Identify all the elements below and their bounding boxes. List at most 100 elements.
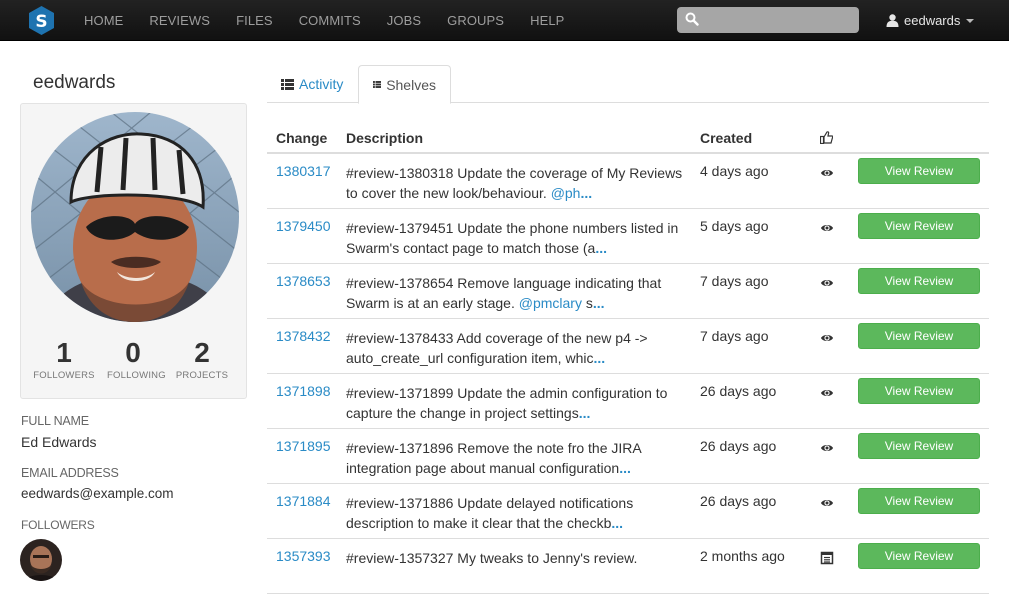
change-link[interactable]: 1357393 (276, 548, 331, 564)
table-row: 1371895 #review-1371896 Remove the note f… (267, 429, 989, 484)
change-link[interactable]: 1378432 (276, 328, 331, 344)
user-mention[interactable]: @pmclary (519, 295, 582, 311)
chevron-down-icon (966, 18, 975, 23)
description-line-1: #review-1378433 Add coverage of the new … (346, 330, 648, 346)
more-link[interactable]: ... (579, 405, 591, 421)
header-description[interactable]: Description (346, 130, 423, 146)
followers-section-label: FOLLOWERS (21, 518, 95, 532)
user-mention[interactable]: @ph (551, 185, 581, 201)
eye-icon (820, 386, 834, 400)
table-row: 1371898 #review-1371899 Update the admin … (267, 374, 989, 429)
change-link[interactable]: 1380317 (276, 163, 331, 179)
view-review-button[interactable]: View Review (858, 433, 980, 459)
created-time: 26 days ago (700, 383, 777, 399)
table-row: 1371884 #review-1371886 Update delayed no… (267, 484, 989, 539)
user-menu[interactable]: eedwards (886, 0, 975, 41)
row-description: #review-1379451 Update the phone numbers… (346, 218, 696, 258)
logo-letter: S (35, 12, 47, 32)
change-link[interactable]: 1379450 (276, 218, 331, 234)
stat-projects[interactable]: 2 PROJECTS (159, 336, 245, 381)
stat-following[interactable]: 0 FOLLOWING (107, 336, 166, 381)
description-line-1: #review-1371886 Update delayed notificat… (346, 495, 634, 511)
description-line-2: capture the change in project settings (346, 405, 579, 421)
list-icon (373, 81, 382, 88)
nav-reviews[interactable]: REVIEWS (136, 0, 223, 41)
search-input[interactable] (703, 10, 853, 30)
following-label: FOLLOWING (107, 370, 166, 381)
nav-groups[interactable]: GROUPS (434, 0, 517, 41)
description-tail: s (581, 295, 593, 311)
nav-jobs[interactable]: JOBS (374, 0, 434, 41)
swarm-logo-icon[interactable]: S (29, 6, 54, 35)
user-menu-label: eedwards (904, 13, 961, 28)
header-created[interactable]: Created (700, 130, 752, 146)
change-link[interactable]: 1371895 (276, 438, 331, 454)
list-icon (281, 78, 294, 90)
table-row: 1380317 #review-1380318 Update the covera… (267, 154, 989, 209)
description-line-2: integration page about manual configurat… (346, 460, 620, 476)
view-review-button[interactable]: View Review (858, 268, 980, 294)
more-link[interactable]: ... (580, 185, 592, 201)
view-review-button[interactable]: View Review (858, 158, 980, 184)
view-review-button[interactable]: View Review (858, 323, 980, 349)
profile-username: eedwards (33, 72, 116, 93)
created-time: 26 days ago (700, 493, 777, 509)
projects-label: PROJECTS (175, 370, 229, 381)
table-row: 1379450 #review-1379451 Update the phone … (267, 209, 989, 264)
avatar (31, 112, 239, 322)
view-review-button[interactable]: View Review (858, 488, 980, 514)
created-time: 2 months ago (700, 548, 785, 564)
tab-activity-label: Activity (299, 76, 344, 92)
row-description: #review-1371899 Update the admin configu… (346, 383, 696, 423)
description-line-1: #review-1379451 Update the phone numbers… (346, 220, 679, 236)
nav-files[interactable]: FILES (223, 0, 286, 41)
nav-links: HOME REVIEWS FILES COMMITS JOBS GROUPS H… (71, 0, 577, 41)
row-description: #review-1378433 Add coverage of the new … (346, 328, 696, 368)
followers-count: 1 (56, 337, 72, 368)
more-link[interactable]: ... (611, 515, 623, 531)
header-change[interactable]: Change (276, 130, 327, 146)
view-review-button[interactable]: View Review (858, 543, 980, 569)
eye-icon (820, 496, 834, 510)
top-navbar: S HOME REVIEWS FILES COMMITS JOBS GROUPS… (0, 0, 1009, 41)
row-description: #review-1371896 Remove the note fro the … (346, 438, 696, 478)
stat-followers[interactable]: 1 FOLLOWERS (21, 336, 107, 381)
description-line-2: description to make it clear that the ch… (346, 515, 612, 531)
following-count: 0 (125, 337, 141, 368)
tab-activity[interactable]: Activity (267, 65, 357, 103)
table-row: 1378653 #review-1378654 Remove language i… (267, 264, 989, 319)
follower-avatar[interactable] (20, 539, 62, 581)
more-link[interactable]: ... (593, 295, 605, 311)
description-line-2: to cover the new look/behaviour. (346, 185, 551, 201)
change-link[interactable]: 1371884 (276, 493, 331, 509)
nav-help[interactable]: HELP (517, 0, 577, 41)
table-row: 1357393 #review-1357327 My tweaks to Jenn… (267, 539, 989, 594)
row-description: #review-1357327 My tweaks to Jenny's rev… (346, 548, 696, 568)
change-link[interactable]: 1378653 (276, 273, 331, 289)
user-icon (886, 14, 899, 27)
profile-card: 1 FOLLOWERS 0 FOLLOWING 2 PROJECTS (20, 103, 247, 399)
row-description: #review-1378654 Remove language indicati… (346, 273, 696, 313)
nav-home[interactable]: HOME (71, 0, 136, 41)
tab-shelves[interactable]: Shelves (358, 65, 451, 104)
full-name-label: FULL NAME (21, 414, 89, 428)
created-time: 26 days ago (700, 438, 777, 454)
table-body: 1380317 #review-1380318 Update the covera… (267, 154, 989, 594)
view-review-button[interactable]: View Review (858, 378, 980, 404)
profile-tabs: Activity Shelves (267, 65, 989, 104)
description-line-1: #review-1357327 My tweaks to Jenny's rev… (346, 550, 638, 566)
more-link[interactable]: ... (619, 460, 631, 476)
eye-icon (820, 166, 834, 180)
tab-shelves-label: Shelves (386, 76, 436, 93)
view-review-button[interactable]: View Review (858, 213, 980, 239)
change-link[interactable]: 1371898 (276, 383, 331, 399)
search-box[interactable] (677, 7, 859, 33)
created-time: 7 days ago (700, 328, 769, 344)
nav-commits[interactable]: COMMITS (286, 0, 374, 41)
created-time: 7 days ago (700, 273, 769, 289)
more-link[interactable]: ... (595, 240, 607, 256)
table-header: Change Description Created (267, 118, 989, 154)
more-link[interactable]: ... (593, 350, 605, 366)
search-icon (685, 12, 699, 26)
row-description: #review-1371886 Update delayed notificat… (346, 493, 696, 533)
